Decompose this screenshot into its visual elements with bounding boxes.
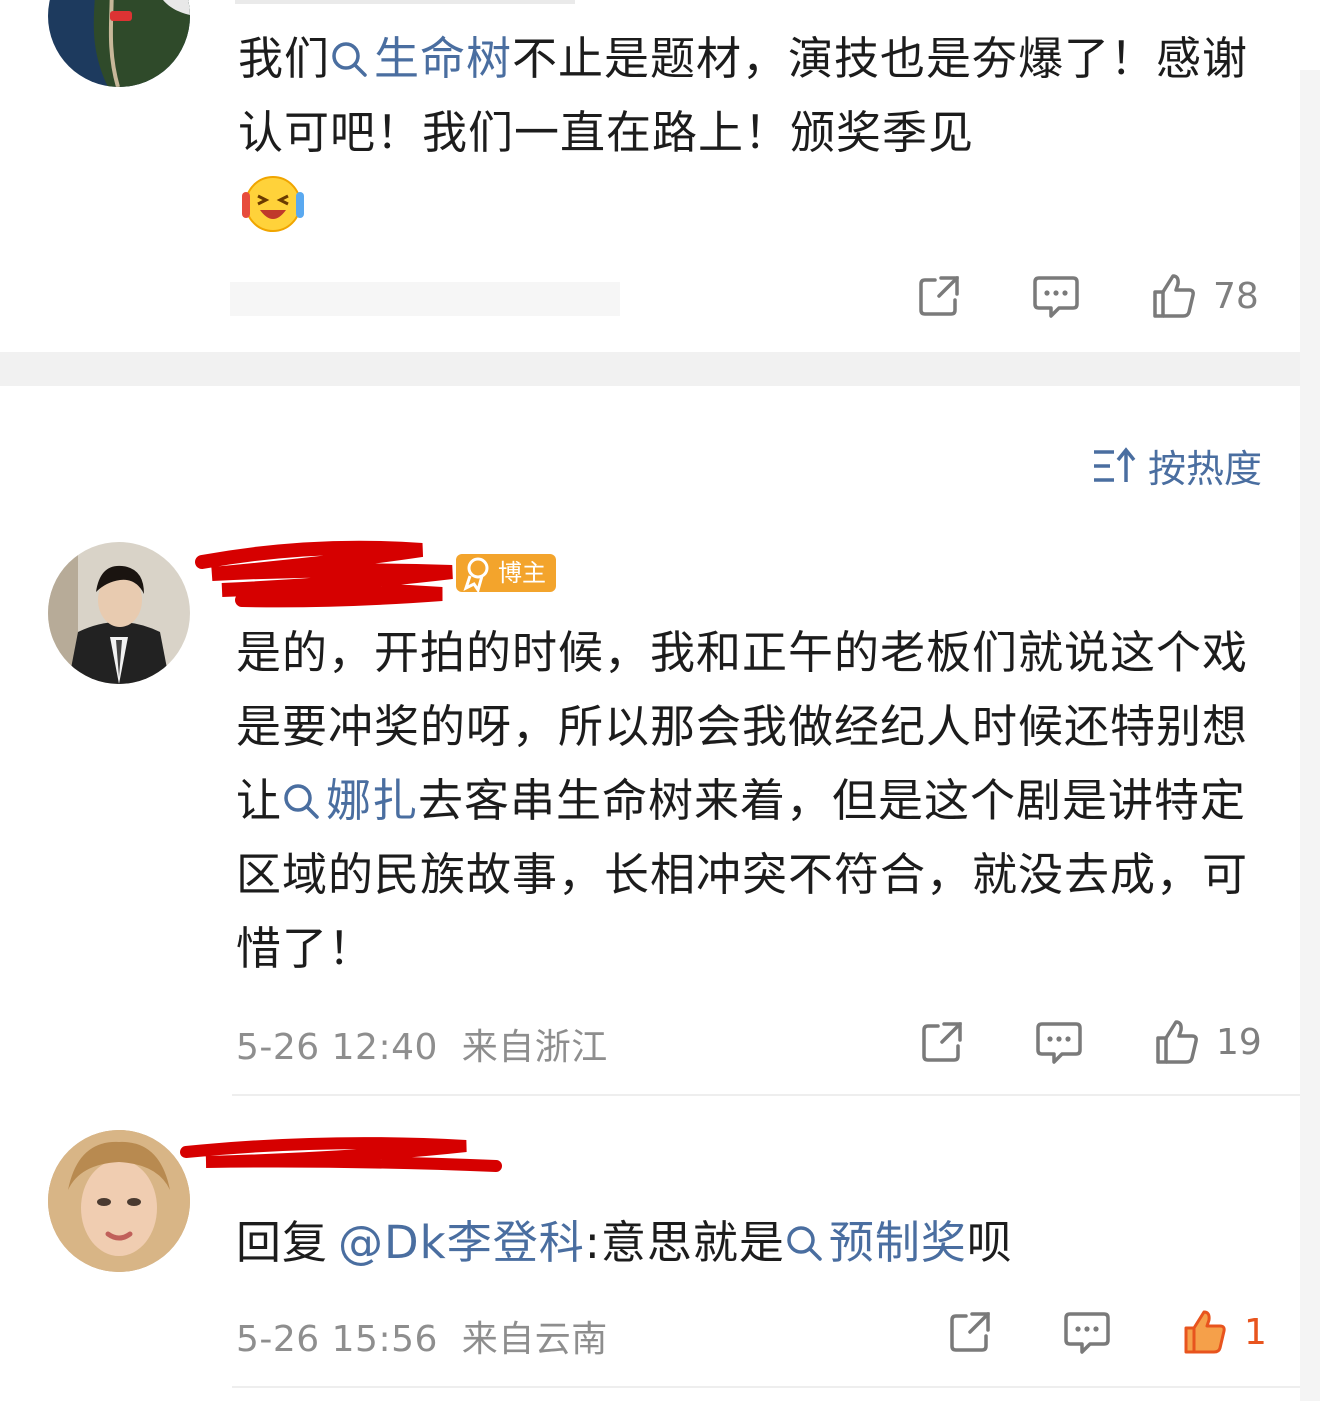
timestamp: 5-26 12:40 xyxy=(236,1027,438,1068)
blogger-badge: 博主 xyxy=(456,554,556,592)
share-icon[interactable] xyxy=(918,1018,966,1066)
thumbs-up-icon xyxy=(1184,1310,1226,1354)
comment-3-body: 回复 @Dk李登科:意思就是 预制奖呗 xyxy=(236,1206,1256,1280)
share-icon[interactable] xyxy=(915,272,963,320)
thumbs-up-icon xyxy=(1156,1020,1198,1064)
redacted-username-1 xyxy=(235,0,575,4)
thumbs-up-icon xyxy=(1153,274,1195,318)
like-count-1: 78 xyxy=(1213,275,1259,317)
comment-icon[interactable] xyxy=(1031,272,1081,320)
topic-label-2: 娜扎 xyxy=(326,774,419,827)
map-avatar-image xyxy=(48,0,190,87)
badge-level-icon xyxy=(463,557,489,592)
laughing-crying-emoji-icon xyxy=(242,176,304,232)
avatar-comment-1[interactable] xyxy=(48,0,190,87)
mention-link[interactable]: @Dk李登科 xyxy=(338,1216,585,1269)
comment-2-meta: 5-26 12:40 来自浙江 xyxy=(236,1018,608,1070)
comment-3-meta: 5-26 15:56 来自云南 xyxy=(236,1310,608,1362)
comment-1-actions: 78 xyxy=(915,268,1275,324)
comment-icon[interactable] xyxy=(1062,1308,1112,1356)
faded-row xyxy=(230,282,620,316)
like-count-2: 19 xyxy=(1216,1021,1262,1063)
sort-label: 按热度 xyxy=(1148,447,1263,491)
like-button-1[interactable]: 78 xyxy=(1149,272,1259,320)
redacted-username-3 xyxy=(180,1137,502,1172)
topic-link-2[interactable]: 娜扎 xyxy=(282,774,418,827)
comment-icon[interactable] xyxy=(1034,1018,1084,1066)
reply-prefix: 回复 xyxy=(236,1216,329,1269)
search-icon xyxy=(284,784,319,819)
topic-label-1: 生命树 xyxy=(374,32,513,85)
portrait-avatar-image xyxy=(48,542,190,684)
sort-icon xyxy=(1094,446,1136,482)
scrollbar-track[interactable] xyxy=(1300,70,1320,1401)
comment-1-text-before: 我们 xyxy=(238,32,331,85)
search-icon xyxy=(332,42,367,77)
timestamp: 5-26 15:56 xyxy=(236,1319,438,1360)
section-separator xyxy=(0,352,1320,386)
topic-link-1[interactable]: 生命树 xyxy=(330,32,512,85)
avatar-comment-3[interactable] xyxy=(48,1130,190,1272)
share-icon[interactable] xyxy=(946,1308,994,1356)
comment-1-body: 我们 生命树不止是题材，演技也是夯爆了！感谢认可吧！我们一直在路上！颁奖季见 xyxy=(238,22,1258,246)
comment-3-text-after: 呗 xyxy=(966,1216,1013,1269)
comment-divider xyxy=(232,1094,1320,1096)
topic-label-3: 预制奖 xyxy=(828,1216,967,1269)
topic-link-3[interactable]: 预制奖 xyxy=(785,1216,967,1269)
comment-divider xyxy=(232,1386,1320,1388)
portrait-avatar-image xyxy=(48,1130,190,1272)
comment-2-actions: 19 xyxy=(918,1014,1278,1070)
avatar-comment-2[interactable] xyxy=(48,542,190,684)
like-button-2[interactable]: 19 xyxy=(1152,1018,1262,1066)
sort-by-hot-button[interactable]: 按热度 xyxy=(1092,438,1262,493)
badge-label: 博主 xyxy=(498,559,546,587)
search-icon xyxy=(787,1226,822,1261)
like-button-3[interactable]: 1 xyxy=(1180,1308,1267,1356)
like-count-3: 1 xyxy=(1244,1311,1267,1353)
location: 来自云南 xyxy=(461,1319,608,1360)
comment-3-text: :意思就是 xyxy=(584,1216,785,1269)
location: 来自浙江 xyxy=(461,1027,608,1068)
comment-3-actions: 1 xyxy=(946,1304,1286,1360)
comment-2-body: 是的，开拍的时候，我和正午的老板们就说这个戏是要冲奖的呀，所以那会我做经纪人时候… xyxy=(236,616,1256,986)
